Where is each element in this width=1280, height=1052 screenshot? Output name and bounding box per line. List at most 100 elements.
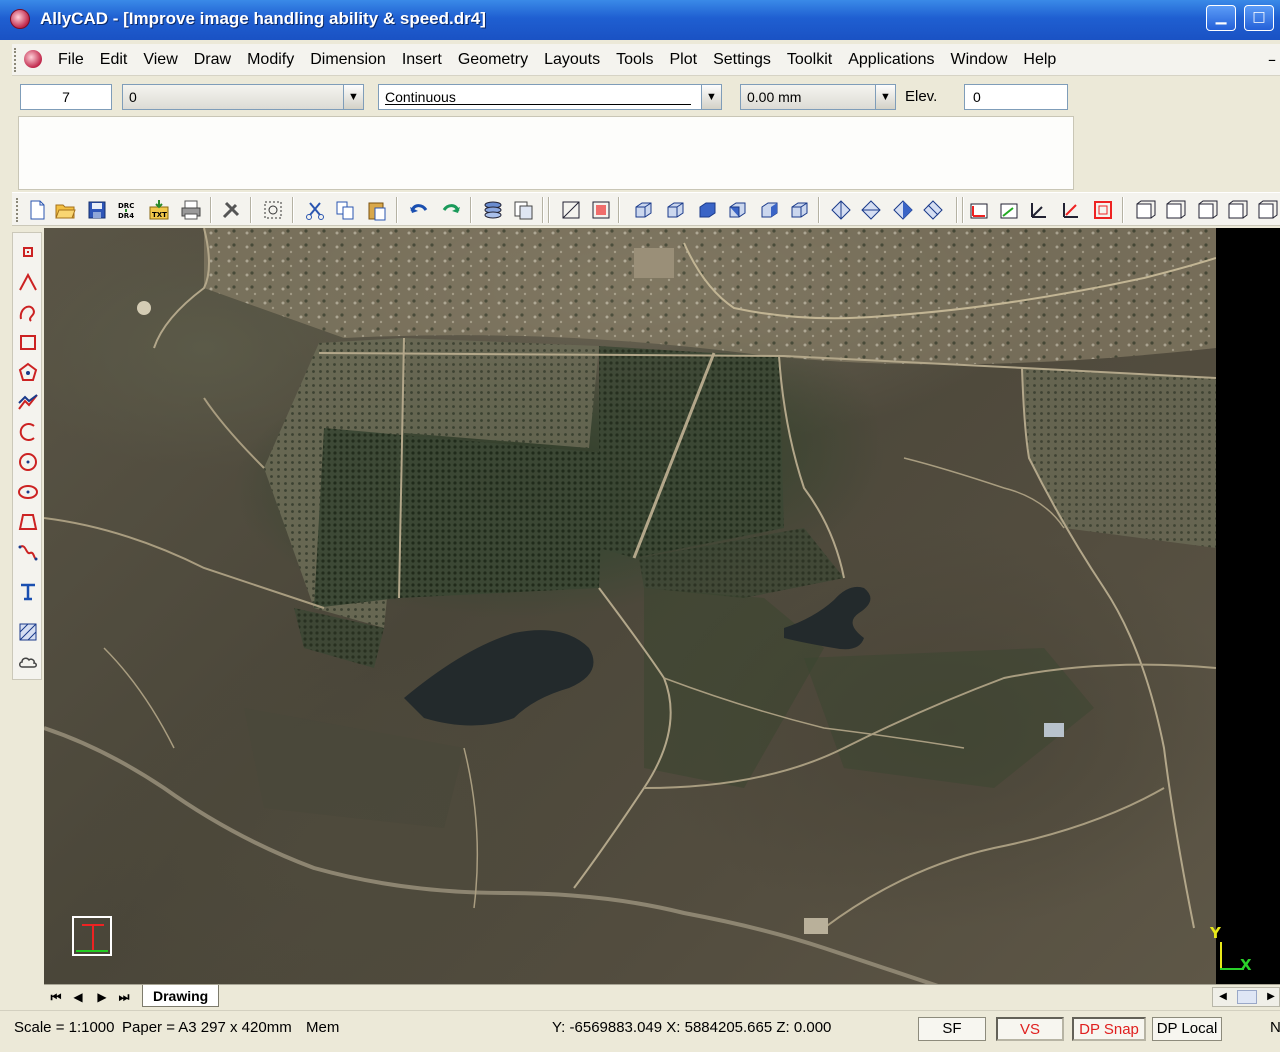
menu-grip[interactable] <box>14 48 18 72</box>
tab-drawing[interactable]: Drawing <box>142 985 220 1007</box>
view-iso-icon[interactable] <box>726 199 748 221</box>
menu-toolkit[interactable]: Toolkit <box>779 44 840 76</box>
tab-first-button[interactable]: ⏮ <box>46 988 66 1006</box>
dp-local-toggle[interactable]: DP Local <box>1152 1017 1222 1041</box>
spline-icon[interactable] <box>17 541 39 563</box>
view-iso-icon[interactable] <box>664 199 686 221</box>
print-icon[interactable] <box>180 199 202 221</box>
view-3d-icon[interactable] <box>1164 199 1186 221</box>
vs-toggle[interactable]: VS <box>996 1017 1064 1041</box>
maximize-button[interactable]: □ <box>1244 5 1274 31</box>
hatch-icon[interactable] <box>17 621 39 643</box>
rectangle-icon[interactable] <box>17 331 39 353</box>
drc-export-icon[interactable]: DRC DR4 <box>116 199 138 221</box>
view-extents-icon[interactable] <box>560 199 582 221</box>
point-icon[interactable] <box>17 241 39 263</box>
copy-icon[interactable] <box>334 199 356 221</box>
view-iso-icon[interactable] <box>758 199 780 221</box>
properties-icon[interactable] <box>512 199 534 221</box>
cut-icon[interactable] <box>304 199 326 221</box>
zoom-select-icon[interactable] <box>262 199 284 221</box>
line-icon[interactable] <box>17 271 39 293</box>
cloud-icon[interactable] <box>17 651 39 673</box>
menu-applications[interactable]: Applications <box>840 44 942 76</box>
horizontal-scrollbar[interactable]: ◀ ▶ <box>1212 987 1280 1007</box>
tab-last-button[interactable]: ⏭ <box>114 988 134 1006</box>
polyline-icon[interactable] <box>17 391 39 413</box>
view-iso-icon[interactable] <box>696 199 718 221</box>
scroll-right-button[interactable]: ▶ <box>1263 990 1279 1004</box>
layer-select[interactable]: 0 ▼ <box>122 84 364 110</box>
menu-tools[interactable]: Tools <box>608 44 661 76</box>
chevron-down-icon[interactable]: ▼ <box>343 85 363 109</box>
sf-toggle[interactable]: SF <box>918 1017 986 1041</box>
snap-diamond-icon[interactable] <box>922 199 944 221</box>
chevron-down-icon[interactable]: ▼ <box>701 85 721 109</box>
menu-insert[interactable]: Insert <box>394 44 450 76</box>
document-icon[interactable] <box>24 50 42 68</box>
ucs-icon[interactable] <box>968 199 990 221</box>
menu-dimension[interactable]: Dimension <box>302 44 394 76</box>
trapezoid-icon[interactable] <box>17 511 39 533</box>
ucs-icon[interactable] <box>1060 199 1082 221</box>
menu-geometry[interactable]: Geometry <box>450 44 536 76</box>
menu-help[interactable]: Help <box>1015 44 1064 76</box>
text-icon[interactable] <box>17 581 39 603</box>
menu-edit[interactable]: Edit <box>92 44 136 76</box>
command-area[interactable] <box>18 116 1074 190</box>
menu-settings[interactable]: Settings <box>705 44 779 76</box>
redo-icon[interactable] <box>440 199 462 221</box>
view-3d-icon[interactable] <box>1256 199 1278 221</box>
menu-window[interactable]: Window <box>943 44 1016 76</box>
view-iso-icon[interactable] <box>788 199 810 221</box>
view-3d-icon[interactable] <box>1196 199 1218 221</box>
snap-diamond-icon[interactable] <box>860 199 882 221</box>
lineweight-select[interactable]: 0.00 mm ▼ <box>740 84 896 110</box>
linetype-select[interactable]: Continuous ▼ <box>378 84 722 110</box>
open-folder-icon[interactable] <box>54 199 76 221</box>
toolbar-separator <box>548 197 550 223</box>
menu-modify[interactable]: Modify <box>239 44 302 76</box>
view-window-icon[interactable] <box>590 199 612 221</box>
paste-icon[interactable] <box>366 199 388 221</box>
menu-restore-button[interactable]: – <box>1268 50 1276 69</box>
tab-prev-button[interactable]: ◀ <box>68 988 88 1006</box>
axis-x-label: X <box>1240 956 1252 974</box>
arc-3pt-icon[interactable] <box>17 421 39 443</box>
dp-snap-toggle[interactable]: DP Snap <box>1072 1017 1146 1041</box>
menu-file[interactable]: File <box>50 44 92 76</box>
chevron-down-icon[interactable]: ▼ <box>875 85 895 109</box>
toolbar-grip[interactable] <box>16 198 20 222</box>
save-icon[interactable] <box>86 199 108 221</box>
circle-icon[interactable] <box>17 451 39 473</box>
menu-plot[interactable]: Plot <box>661 44 705 76</box>
view-3d-icon[interactable] <box>1226 199 1248 221</box>
undo-icon[interactable] <box>408 199 430 221</box>
tools-icon[interactable] <box>220 199 242 221</box>
txt-import-icon[interactable]: TXT <box>148 199 170 221</box>
scroll-thumb[interactable] <box>1237 990 1257 1004</box>
drawing-canvas[interactable] <box>44 228 1216 984</box>
scroll-left-button[interactable]: ◀ <box>1215 990 1231 1004</box>
layers-icon[interactable] <box>482 199 504 221</box>
new-file-icon[interactable] <box>26 199 48 221</box>
snap-diamond-icon[interactable] <box>830 199 852 221</box>
tab-next-button[interactable]: ▶ <box>92 988 112 1006</box>
drawing-tab-bar: ⏮ ◀ ▶ ⏭ Drawing ◀ ▶ <box>44 984 1280 1008</box>
view-3d-icon[interactable] <box>1134 199 1156 221</box>
menu-view[interactable]: View <box>135 44 185 76</box>
snap-diamond-icon[interactable] <box>892 199 914 221</box>
menu-draw[interactable]: Draw <box>186 44 239 76</box>
polygon-icon[interactable] <box>17 361 39 383</box>
arc-icon[interactable] <box>17 301 39 323</box>
ellipse-icon[interactable] <box>17 481 39 503</box>
menu-layouts[interactable]: Layouts <box>536 44 608 76</box>
ucs-icon[interactable] <box>1092 199 1114 221</box>
color-field[interactable]: 7 <box>20 84 112 110</box>
minimize-button[interactable]: ▁ <box>1206 5 1236 31</box>
ucs-icon[interactable] <box>1028 199 1050 221</box>
ucs-icon[interactable] <box>998 199 1020 221</box>
app-icon[interactable] <box>10 9 30 29</box>
elevation-field[interactable]: 0 <box>964 84 1068 110</box>
view-iso-icon[interactable] <box>632 199 654 221</box>
